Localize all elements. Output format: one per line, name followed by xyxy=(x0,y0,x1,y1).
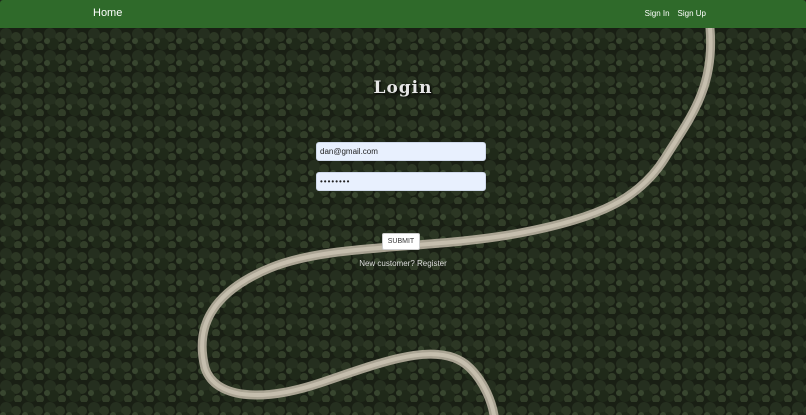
register-prompt: New customer? xyxy=(359,259,415,268)
login-title: Login xyxy=(373,78,433,98)
email-field[interactable]: dan@gmail.com xyxy=(316,142,486,161)
home-link[interactable]: Home xyxy=(93,7,122,19)
register-link[interactable]: Register xyxy=(417,259,447,268)
submit-button[interactable]: SUBMIT xyxy=(382,233,420,250)
sign-in-link[interactable]: Sign In xyxy=(645,9,670,18)
password-field[interactable]: •••••••• xyxy=(316,172,486,191)
nav-links: Sign In Sign Up xyxy=(645,9,706,18)
register-row: New customer? Register xyxy=(0,259,806,268)
navbar: Home Sign In Sign Up xyxy=(0,0,806,28)
sign-up-link[interactable]: Sign Up xyxy=(678,9,706,18)
